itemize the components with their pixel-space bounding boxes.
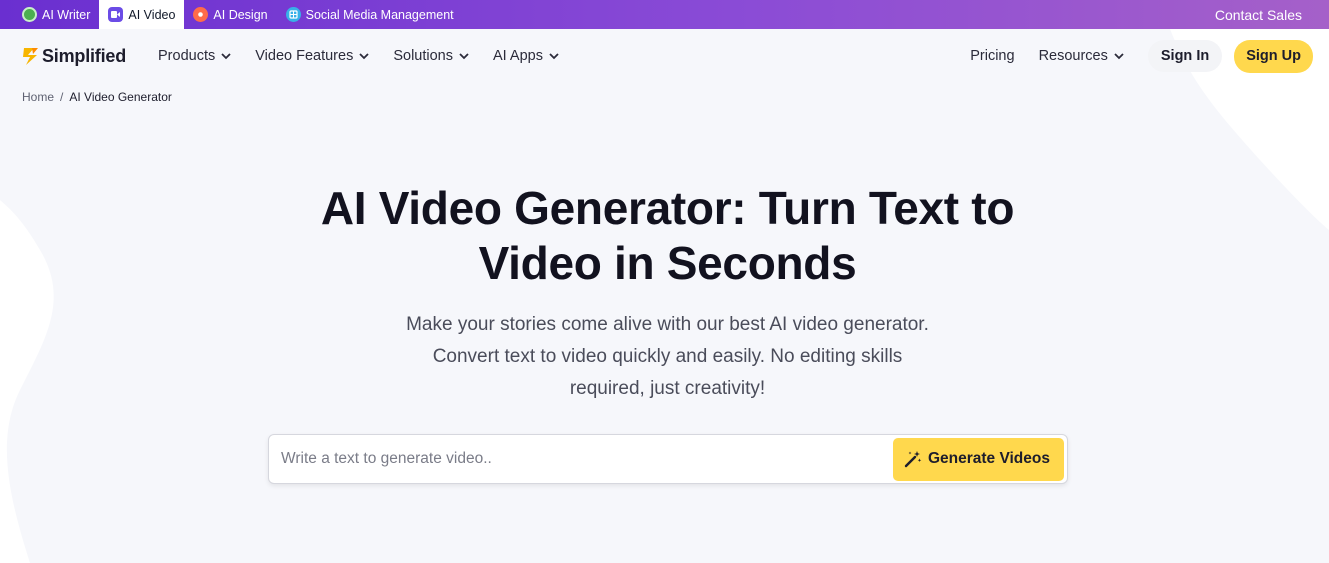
generate-button-label: Generate Videos [927,450,1050,467]
product-tab-social-media[interactable]: Social Media Management [277,0,463,29]
menu-video-features[interactable]: Video Features [255,48,369,64]
subtitle-line-2: Convert text to video quickly and easily… [432,346,903,367]
video-prompt-form: Generate Videos [268,434,1068,484]
subtitle-line-3: required, just creativity! [569,378,766,399]
breadcrumb: Home / AI Video Generator [22,90,172,104]
product-tab-label: AI Writer [42,7,91,22]
sign-in-button[interactable]: Sign In [1147,40,1223,72]
logo-text: Simplified [42,45,127,66]
product-tab-ai-design[interactable]: AI Design [184,0,276,29]
chevron-down-icon [359,52,369,59]
main-navigation: Simplified Products Video Features Solut… [0,29,1329,83]
menu-ai-apps[interactable]: AI Apps [493,48,559,64]
product-tab-ai-video[interactable]: AI Video [99,0,185,29]
product-tab-ai-writer[interactable]: AI Writer [0,0,99,29]
menu-label: Products [158,48,216,64]
primary-menu: Products Video Features Solutions AI App… [158,48,559,64]
chevron-down-icon [1114,52,1124,59]
subtitle-line-1: Make your stories come alive with our be… [406,314,929,335]
menu-solutions[interactable]: Solutions [393,48,469,64]
ai-design-icon [193,7,209,22]
menu-products[interactable]: Products [158,48,231,64]
secondary-menu: Pricing Resources Sign In Sign Up [970,39,1313,73]
chevron-down-icon [549,52,559,59]
product-tab-label: AI Video [128,7,176,22]
product-tab-label: AI Design [213,7,268,22]
simplified-logo[interactable]: Simplified [22,46,126,67]
menu-label: Resources [1038,48,1108,64]
title-line-1: AI Video Generator: Turn Text to [320,182,1015,234]
video-prompt-input[interactable] [281,436,893,482]
ai-writer-icon [22,7,37,22]
product-tab-label: Social Media Management [305,7,454,22]
menu-label: Video Features [255,48,354,64]
breadcrumb-separator: / [60,90,64,104]
ai-video-icon [108,7,124,22]
chevron-down-icon [459,52,469,59]
contact-sales-link[interactable]: Contact Sales [1215,7,1302,23]
product-switcher-bar: AI Writer AI Video AI Design Social Medi… [0,0,1329,29]
social-media-icon [285,7,301,22]
lightning-bolt-icon [23,48,38,65]
title-line-2: Video in Seconds [478,237,857,289]
chevron-down-icon [221,52,231,59]
menu-label: Solutions [393,48,453,64]
magic-wand-icon [904,451,922,468]
breadcrumb-home-link[interactable]: Home [22,90,54,104]
generate-videos-button[interactable]: Generate Videos [892,437,1064,481]
breadcrumb-current: AI Video Generator [69,90,172,104]
sign-up-button[interactable]: Sign Up [1234,39,1313,73]
hero-subtitle: Make your stories come alive with our be… [365,309,970,405]
menu-pricing[interactable]: Pricing [970,48,1014,64]
page-title: AI Video Generator: Turn Text to Video i… [0,181,1329,291]
menu-label: AI Apps [492,48,543,64]
menu-resources[interactable]: Resources [1039,48,1124,64]
